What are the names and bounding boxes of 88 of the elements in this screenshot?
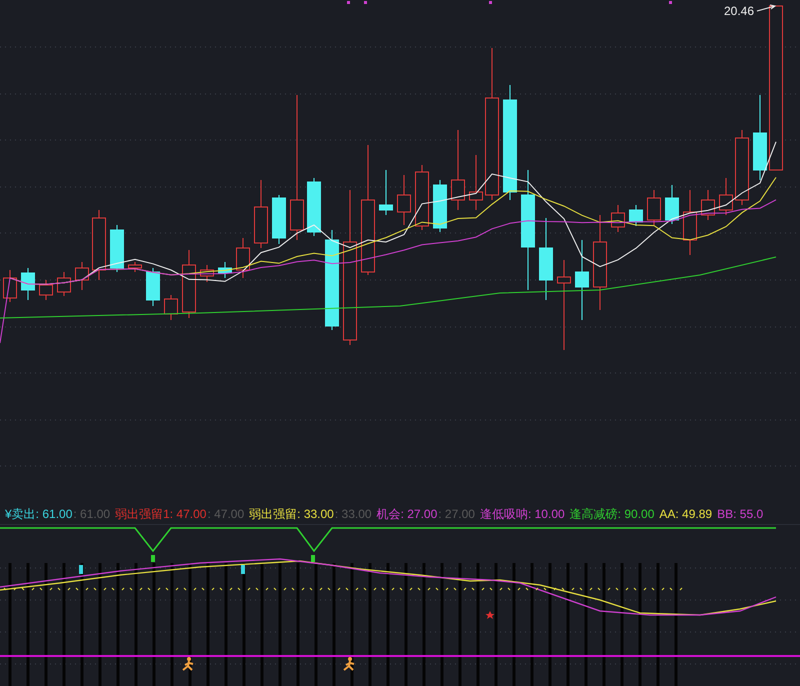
tick-mark — [418, 588, 430, 591]
tick-mark — [364, 588, 376, 591]
candle — [254, 180, 268, 248]
candle — [433, 180, 447, 232]
candle — [164, 294, 178, 320]
candle — [307, 178, 321, 236]
tick-mark — [310, 588, 322, 591]
candle — [21, 268, 35, 300]
tick-mark — [274, 588, 286, 591]
tick-mark — [652, 588, 664, 591]
candle — [218, 262, 232, 278]
indicator-value: 逢高减磅: 90.00 — [570, 506, 654, 523]
tick-mark — [544, 588, 556, 591]
candle — [236, 238, 250, 278]
indicator-echo-value: : 61.00 — [73, 507, 110, 522]
signal-mark — [151, 555, 155, 562]
candle — [57, 272, 71, 296]
candle — [665, 184, 679, 224]
indicator-value: 弱出强留: 33.00 — [249, 506, 334, 523]
candle — [683, 190, 697, 256]
tick-mark — [346, 588, 358, 591]
tick-mark — [562, 588, 574, 591]
tick-mark — [616, 588, 628, 591]
candle — [39, 280, 53, 300]
candle — [469, 154, 483, 210]
candle — [3, 270, 17, 302]
candle — [379, 170, 393, 216]
indicator-echo-value: : 47.00 — [207, 507, 244, 522]
candle — [397, 174, 411, 226]
candle — [647, 190, 661, 226]
indicator-value: 机会: 27.00 — [376, 506, 438, 523]
leader-line — [756, 4, 776, 12]
indicator-value: AA: 49.89 — [659, 507, 712, 522]
tick-mark — [76, 588, 88, 591]
candle — [92, 210, 106, 280]
tick-mark — [436, 588, 448, 591]
tick-mark — [526, 588, 538, 591]
candle — [701, 190, 715, 220]
tick-mark — [22, 588, 34, 591]
signal-mark — [79, 565, 83, 574]
tick-mark — [40, 588, 52, 591]
tick-mark — [400, 588, 412, 591]
candle — [75, 262, 89, 290]
high-price-label: 20.46 — [724, 4, 754, 18]
indicator-value: ¥卖出: 61.00 — [5, 506, 72, 523]
tick-mark — [670, 588, 682, 591]
tick-mark — [148, 588, 160, 591]
indicator-value: 逢低吸呐: 10.00 — [480, 506, 565, 523]
tick-mark — [220, 588, 232, 591]
indicator-value: 弱出强留1: 47.00 — [115, 506, 206, 523]
indicator-echo-value: : 27.00 — [438, 507, 475, 522]
candle — [146, 268, 160, 306]
candle — [200, 264, 214, 282]
indicator-echo-value: : 33.00 — [334, 507, 372, 522]
candle — [719, 178, 733, 216]
tick-mark — [328, 588, 340, 591]
candle — [629, 204, 643, 226]
indicator-value: BB: 55.0 — [717, 507, 764, 522]
candle — [611, 204, 625, 232]
tick-mark — [112, 588, 124, 591]
tick-mark — [580, 588, 592, 591]
tick-mark — [382, 588, 394, 591]
tick-mark — [130, 588, 142, 591]
tick-mark — [94, 588, 106, 591]
tick-mark — [292, 588, 304, 591]
tick-mark — [490, 588, 502, 591]
tick-mark — [256, 588, 268, 591]
tick-mark — [238, 588, 250, 591]
tick-mark — [472, 588, 484, 591]
tick-mark — [454, 588, 466, 591]
running-figure-icon — [182, 657, 194, 672]
tick-mark — [4, 588, 16, 591]
tick-mark — [202, 588, 214, 591]
candle — [415, 164, 429, 230]
tick-mark — [58, 588, 70, 591]
tick-mark — [508, 588, 520, 591]
candle — [128, 262, 142, 272]
candle — [182, 250, 196, 318]
tick-mark — [166, 588, 178, 591]
running-figure-icon — [343, 657, 355, 672]
signal-mark — [241, 565, 245, 574]
candle — [272, 194, 286, 244]
tick-mark — [598, 588, 610, 591]
tick-mark — [634, 588, 646, 591]
signal-mark — [311, 555, 315, 562]
star-icon — [486, 611, 494, 620]
candle — [110, 224, 124, 272]
tick-mark — [184, 588, 196, 591]
